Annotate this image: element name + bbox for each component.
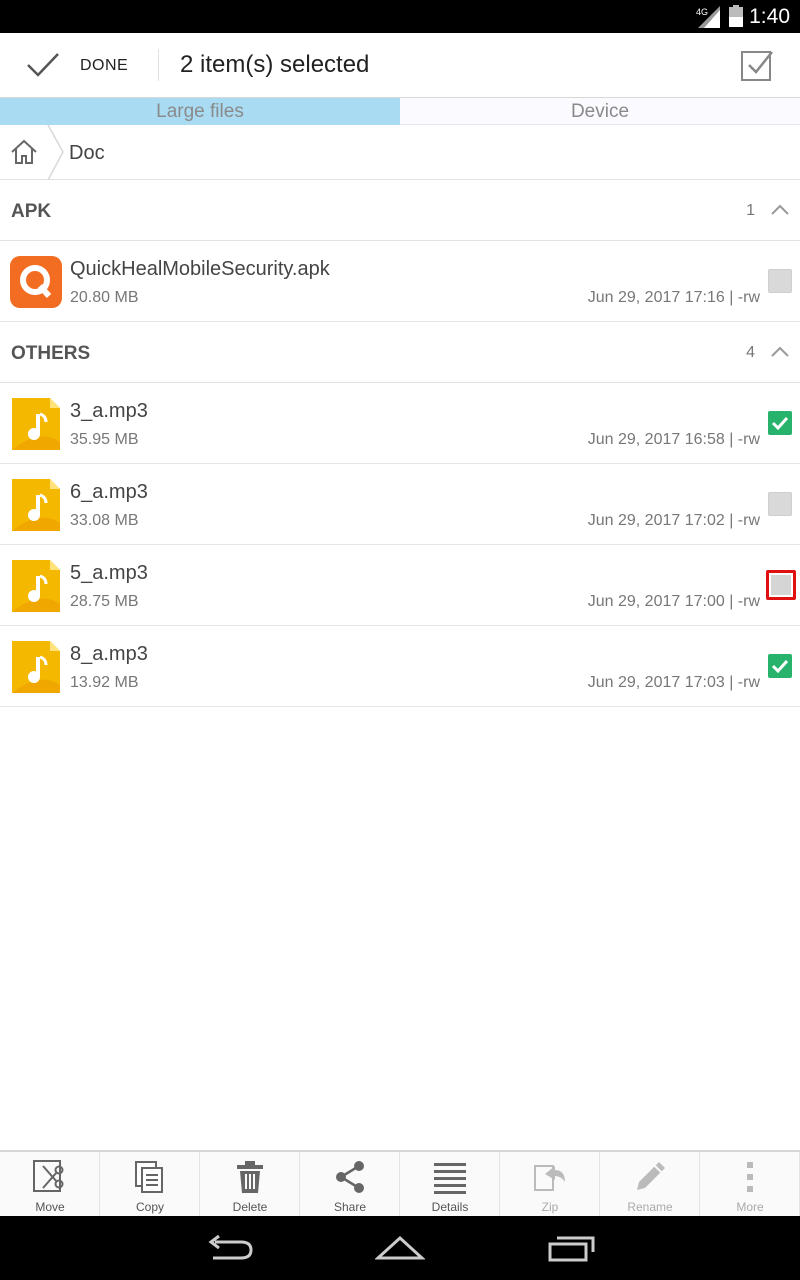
system-nav-bar xyxy=(0,1216,800,1280)
checkbox-checked[interactable] xyxy=(768,411,792,435)
list-item[interactable]: 3_a.mp3 35.95 MB Jun 29, 2017 16:58 | -r… xyxy=(0,383,800,464)
section-header-apk[interactable]: APK 1 xyxy=(0,180,800,241)
list-item[interactable]: 5_a.mp3 28.75 MB Jun 29, 2017 17:00 | -r… xyxy=(0,545,800,626)
file-meta: Jun 29, 2017 17:02 | -rw xyxy=(587,512,760,529)
file-size: 35.95 MB xyxy=(70,431,139,448)
file-name: QuickHealMobileSecurity.apk xyxy=(70,258,330,280)
section-count: 1 xyxy=(746,202,755,219)
recents-icon[interactable] xyxy=(547,1234,597,1264)
signal-4g-icon: 4G xyxy=(696,6,720,28)
tool-label: Copy xyxy=(135,1200,164,1214)
tool-label: Details xyxy=(431,1200,469,1214)
divider xyxy=(158,49,159,81)
section-name: APK xyxy=(11,201,52,222)
tool-label: Delete xyxy=(232,1200,268,1214)
tool-label: Zip xyxy=(541,1200,559,1214)
tab-large-files[interactable]: Large files xyxy=(0,98,400,125)
file-size: 13.92 MB xyxy=(70,674,139,691)
breadcrumb-separator-icon xyxy=(47,125,64,180)
home-nav-icon[interactable] xyxy=(375,1234,425,1264)
tab-bar: Large files Device xyxy=(0,98,800,125)
zip-button[interactable]: Zip xyxy=(500,1152,600,1218)
svg-text:4G: 4G xyxy=(696,7,708,17)
delete-button[interactable]: Delete xyxy=(200,1152,300,1218)
share-button[interactable]: Share xyxy=(300,1152,400,1218)
section-count: 4 xyxy=(746,344,755,361)
chevron-up-icon xyxy=(771,204,789,215)
done-button[interactable]: DONE xyxy=(0,33,158,98)
file-size: 20.80 MB xyxy=(70,289,139,306)
status-time: 1:40 xyxy=(749,5,790,28)
file-name: 5_a.mp3 xyxy=(70,562,148,584)
checkbox-focused[interactable] xyxy=(766,570,796,600)
status-bar: 4G 1:40 xyxy=(0,0,800,33)
page-title: 2 item(s) selected xyxy=(180,51,370,78)
file-meta: Jun 29, 2017 16:58 | -rw xyxy=(587,431,760,448)
more-button[interactable]: More xyxy=(700,1152,800,1218)
action-bar: DONE 2 item(s) selected xyxy=(0,33,800,98)
section-header-others[interactable]: OTHERS 4 xyxy=(0,322,800,383)
move-button[interactable]: Move xyxy=(0,1152,100,1218)
share-icon xyxy=(336,1161,364,1193)
back-icon[interactable] xyxy=(205,1234,255,1264)
file-name: 8_a.mp3 xyxy=(70,643,148,665)
pencil-icon xyxy=(637,1162,665,1190)
file-meta: Jun 29, 2017 17:03 | -rw xyxy=(587,674,760,691)
tool-label: Move xyxy=(35,1200,65,1214)
list-item[interactable]: 6_a.mp3 33.08 MB Jun 29, 2017 17:02 | -r… xyxy=(0,464,800,545)
music-file-icon xyxy=(12,479,60,531)
list-item[interactable]: QuickHealMobileSecurity.apk 20.80 MB Jun… xyxy=(0,241,800,322)
trash-icon xyxy=(237,1161,263,1193)
tool-label: More xyxy=(736,1200,764,1214)
breadcrumb: Doc xyxy=(0,125,800,180)
music-file-icon xyxy=(12,560,60,612)
zip-icon xyxy=(534,1165,565,1191)
more-vert-icon xyxy=(747,1162,753,1192)
list-item[interactable]: 8_a.mp3 13.92 MB Jun 29, 2017 17:03 | -r… xyxy=(0,626,800,707)
scissors-move-icon xyxy=(33,1160,64,1192)
select-all-icon[interactable] xyxy=(740,48,774,82)
details-button[interactable]: Details xyxy=(400,1152,500,1218)
checkbox[interactable] xyxy=(768,492,792,516)
rename-button[interactable]: Rename xyxy=(600,1152,700,1218)
bottom-toolbar: Move Copy Delete Share Details Zip Renam… xyxy=(0,1150,800,1218)
file-meta: Jun 29, 2017 17:00 | -rw xyxy=(587,593,760,610)
file-meta: Jun 29, 2017 17:16 | -rw xyxy=(587,289,760,306)
battery-icon xyxy=(729,5,743,27)
done-label: DONE xyxy=(80,57,129,74)
music-file-icon xyxy=(12,398,60,450)
file-size: 28.75 MB xyxy=(70,593,139,610)
file-name: 6_a.mp3 xyxy=(70,481,148,503)
file-name: 3_a.mp3 xyxy=(70,400,148,422)
chevron-up-icon xyxy=(771,346,789,357)
section-name: OTHERS xyxy=(11,343,91,364)
details-icon xyxy=(434,1163,466,1194)
tool-label: Share xyxy=(333,1200,367,1214)
copy-icon xyxy=(135,1161,163,1193)
check-icon xyxy=(771,659,789,674)
tool-label: Rename xyxy=(627,1200,673,1214)
checkmark-icon xyxy=(27,53,59,77)
tab-device[interactable]: Device xyxy=(400,98,800,125)
checkbox-checked[interactable] xyxy=(768,654,792,678)
home-icon[interactable] xyxy=(10,139,38,165)
quickheal-app-icon xyxy=(10,256,62,308)
breadcrumb-doc[interactable]: Doc xyxy=(69,142,105,165)
checkbox[interactable] xyxy=(768,269,792,293)
music-file-icon xyxy=(12,641,60,693)
file-size: 33.08 MB xyxy=(70,512,139,529)
copy-button[interactable]: Copy xyxy=(100,1152,200,1218)
check-icon xyxy=(771,416,789,431)
